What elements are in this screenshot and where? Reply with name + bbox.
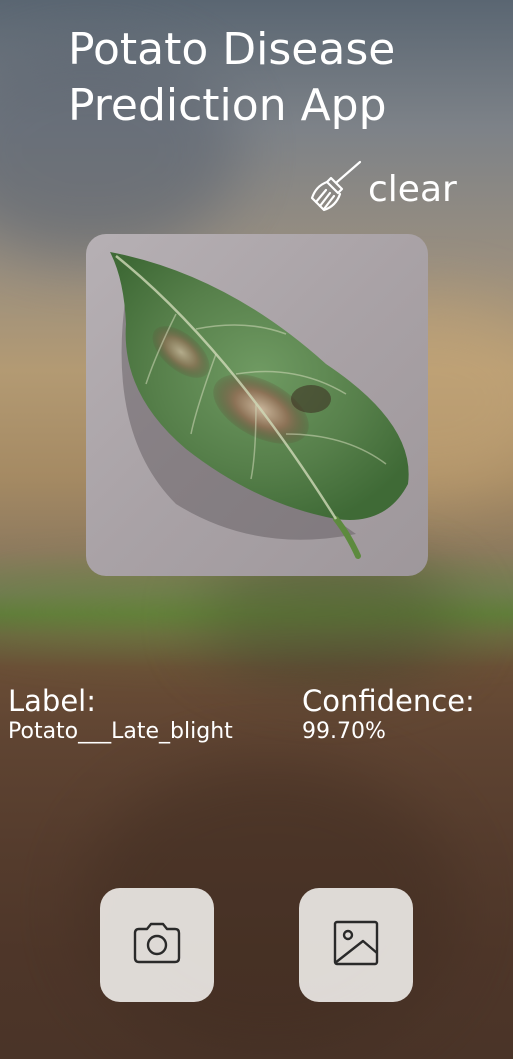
label-title: Label:: [8, 684, 97, 718]
confidence-result: Confidence: 99.70%: [302, 684, 475, 746]
image-icon: [330, 917, 382, 973]
camera-button[interactable]: [100, 888, 214, 1002]
app-screen: Potato Disease Prediction App clear Labe…: [0, 0, 513, 1059]
broom-icon: [306, 158, 364, 220]
clear-button[interactable]: clear: [306, 158, 457, 220]
camera-icon: [131, 917, 183, 973]
clear-button-label: clear: [368, 168, 457, 210]
label-result: Label: Potato___Late_blight: [8, 684, 233, 746]
gallery-button[interactable]: [299, 888, 413, 1002]
label-value: Potato___Late_blight: [8, 719, 233, 744]
page-title: Potato Disease Prediction App: [68, 24, 396, 131]
confidence-title: Confidence:: [302, 684, 475, 718]
confidence-value: 99.70%: [302, 719, 386, 744]
potato-leaf-image: [110, 252, 409, 559]
leaf-image-preview: [86, 234, 428, 576]
bg-field-horizon: [0, 580, 513, 640]
